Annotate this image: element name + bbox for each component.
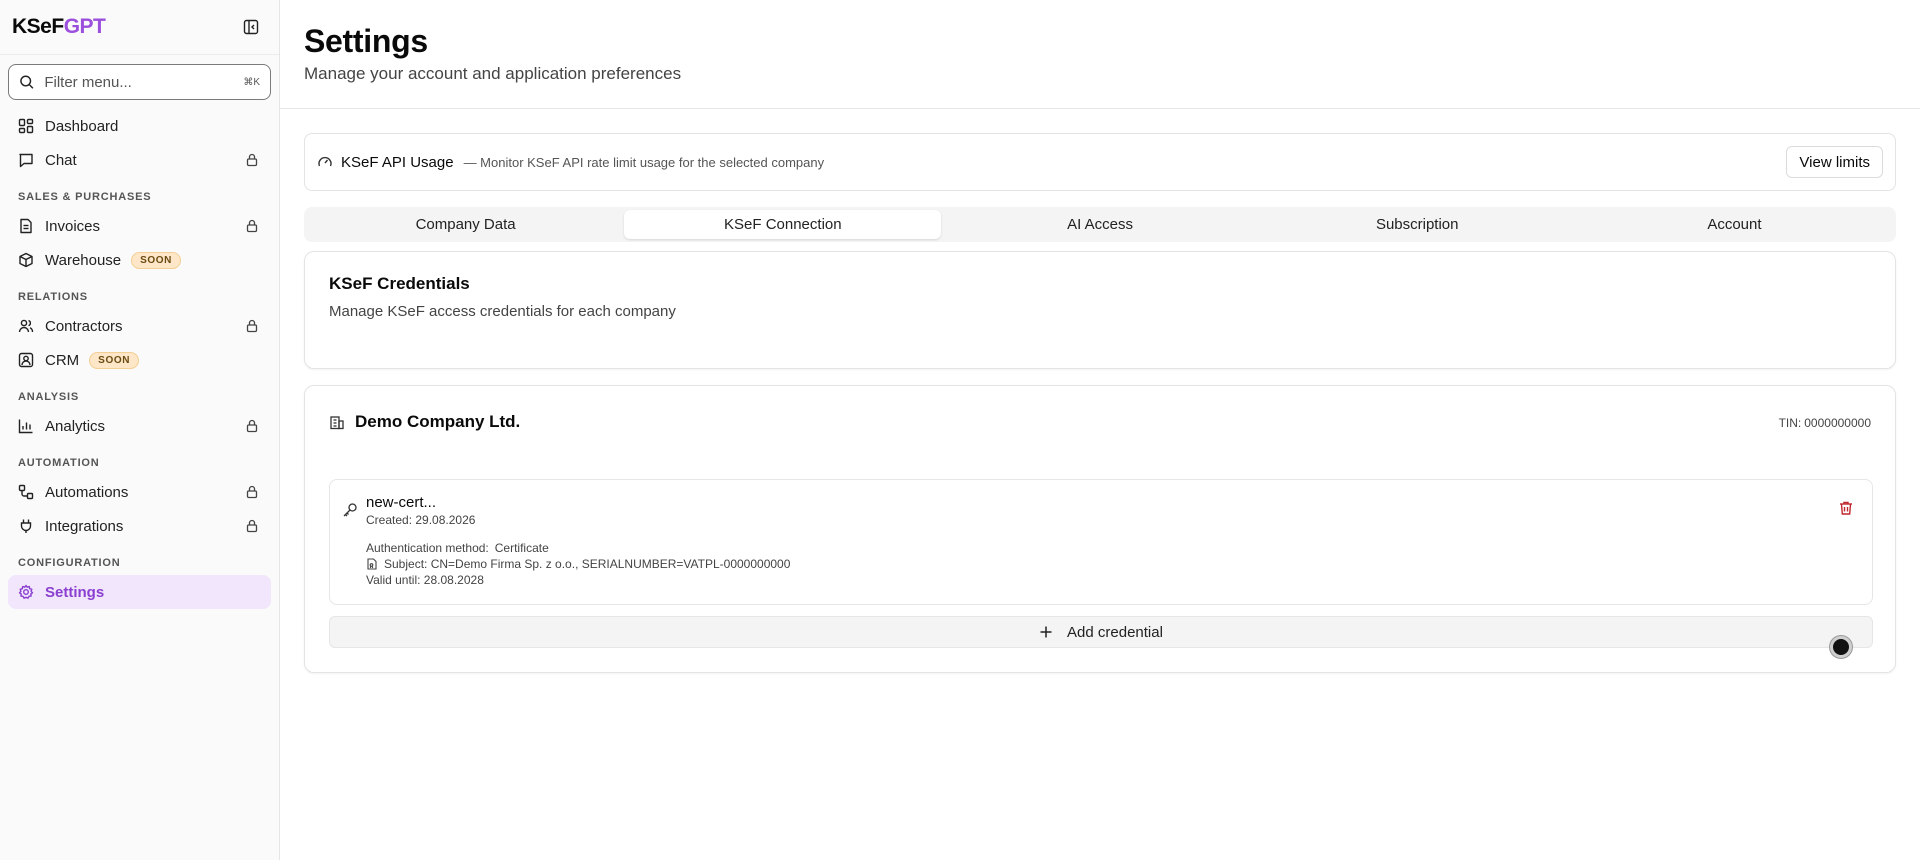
gauge-icon — [318, 156, 332, 167]
sidebar-item-label: Automations — [45, 483, 129, 501]
sidebar-item-warehouse[interactable]: Warehouse SOON — [8, 243, 271, 277]
add-credential-label: Add credential — [1067, 623, 1163, 641]
box-icon — [18, 252, 34, 268]
sidebar-item-dashboard[interactable]: Dashboard — [8, 109, 271, 143]
sidebar-item-label: Settings — [45, 583, 105, 601]
sidebar-item-label: Contractors — [45, 317, 123, 335]
plug-icon — [18, 518, 34, 534]
workflow-icon — [18, 484, 34, 500]
credentials-description: Manage KSeF access credentials for each … — [329, 303, 676, 320]
brand-row: KSeFGPT — [0, 0, 279, 55]
tab-ksef-connection[interactable]: KSeF Connection — [624, 210, 942, 239]
credentials-title: KSeF Credentials — [329, 274, 470, 293]
section-configuration: CONFIGURATION — [18, 557, 121, 569]
soon-badge: SOON — [89, 351, 140, 369]
view-limits-button[interactable]: View limits — [1786, 146, 1883, 178]
section-analysis: ANALYSIS — [18, 391, 80, 403]
credential-subject: Subject: CN=Demo Firma Sp. z o.o., SERIA… — [384, 557, 791, 571]
lock-icon — [245, 485, 259, 499]
ksef-credentials-card: KSeF Credentials Manage KSeF access cred… — [304, 251, 1896, 369]
tab-subscription[interactable]: Subscription — [1259, 210, 1576, 239]
lock-icon — [245, 153, 259, 167]
auth-method-label: Authentication method: — [366, 541, 489, 555]
sidebar-item-analytics[interactable]: Analytics — [8, 409, 271, 443]
company-tin: TIN: 0000000000 — [1776, 416, 1871, 430]
section-relations: RELATIONS — [18, 291, 88, 303]
credential-created: Created: 29.08.2026 — [366, 513, 476, 527]
sidebar-nav: Dashboard Chat SALES & PURCHASES Invoice… — [0, 109, 279, 609]
sidebar-item-label: Chat — [45, 151, 77, 169]
lock-icon — [245, 219, 259, 233]
certificate-file-icon — [367, 558, 377, 570]
lock-icon — [245, 419, 259, 433]
tab-company-data[interactable]: Company Data — [307, 210, 624, 239]
usage-title: KSeF API Usage — [341, 153, 454, 171]
bar-chart-icon — [18, 418, 34, 434]
key-icon — [342, 502, 358, 523]
sidebar: KSeFGPT ⌘K Dashboard Chat SALES & PURCHA… — [0, 0, 280, 860]
company-card: Demo Company Ltd. TIN: 0000000000 new-cer… — [304, 385, 1896, 673]
tin-label: TIN: — [1778, 416, 1802, 430]
building-icon — [330, 416, 344, 430]
lock-icon — [245, 319, 259, 333]
section-sales-purchases: SALES & PURCHASES — [18, 191, 152, 203]
settings-tabs: Company Data KSeF Connection AI Access S… — [304, 207, 1896, 242]
filter-menu-field[interactable]: ⌘K — [8, 64, 271, 100]
sidebar-item-contractors[interactable]: Contractors — [8, 309, 271, 343]
logo[interactable]: KSeFGPT — [12, 15, 106, 39]
sidebar-item-label: CRM — [45, 351, 80, 369]
page-title: Settings — [304, 23, 428, 59]
credential-details: new-cert... Created: 29.08.2026 Authenti… — [366, 494, 790, 587]
sidebar-item-crm[interactable]: CRM SOON — [8, 343, 271, 377]
soon-badge: SOON — [131, 251, 182, 269]
search-icon — [20, 75, 34, 89]
shortcut-hint: ⌘K — [243, 76, 260, 88]
contact-icon — [18, 352, 34, 368]
sidebar-item-automations[interactable]: Automations — [8, 475, 271, 509]
company-header: Demo Company Ltd. — [329, 412, 520, 432]
tab-ai-access[interactable]: AI Access — [941, 210, 1258, 239]
company-name: Demo Company Ltd. — [355, 412, 521, 431]
credential-item: new-cert... Created: 29.08.2026 Authenti… — [329, 479, 1873, 605]
ksef-api-usage-bar: KSeF API Usage — Monitor KSeF API rate l… — [304, 133, 1896, 191]
tin-value: 0000000000 — [1804, 416, 1871, 430]
sidebar-item-settings[interactable]: Settings — [8, 575, 271, 609]
invoice-icon — [18, 218, 34, 234]
sidebar-item-label: Analytics — [45, 417, 106, 435]
sidebar-item-chat[interactable]: Chat — [8, 143, 271, 177]
filter-menu-input[interactable] — [44, 73, 244, 91]
sidebar-item-label: Warehouse — [45, 251, 122, 269]
credential-valid-until: Valid until: 28.08.2028 — [366, 573, 484, 587]
sidebar-item-integrations[interactable]: Integrations — [8, 509, 271, 543]
page-header: Settings Manage your account and applica… — [280, 0, 1920, 109]
add-credential-button[interactable]: Add credential — [329, 616, 1873, 648]
users-icon — [18, 318, 34, 334]
main-content: Settings Manage your account and applica… — [280, 0, 1920, 860]
gear-icon — [18, 584, 34, 600]
sidebar-item-label: Invoices — [45, 217, 101, 235]
dashboard-icon — [18, 118, 34, 134]
chat-icon — [18, 152, 34, 168]
sidebar-item-invoices[interactable]: Invoices — [8, 209, 271, 243]
delete-credential-icon[interactable] — [1838, 500, 1854, 521]
sidebar-item-label: Integrations — [45, 517, 124, 535]
sidebar-item-label: Dashboard — [45, 117, 119, 135]
plus-icon — [1039, 625, 1053, 639]
tab-account[interactable]: Account — [1576, 210, 1893, 239]
sidebar-toggle-icon[interactable] — [241, 17, 261, 37]
credential-auth-method: Authentication method: Certificate — [366, 541, 790, 555]
floating-action-button[interactable] — [1830, 636, 1852, 658]
section-automation: AUTOMATION — [18, 457, 100, 469]
credential-subject-row: Subject: CN=Demo Firma Sp. z o.o., SERIA… — [366, 557, 790, 571]
lock-icon — [245, 519, 259, 533]
usage-description: — Monitor KSeF API rate limit usage for … — [463, 154, 825, 170]
page-subtitle: Manage your account and application pref… — [304, 64, 682, 83]
credential-name: new-cert... — [366, 494, 437, 511]
auth-method-value: Certificate — [494, 541, 549, 555]
